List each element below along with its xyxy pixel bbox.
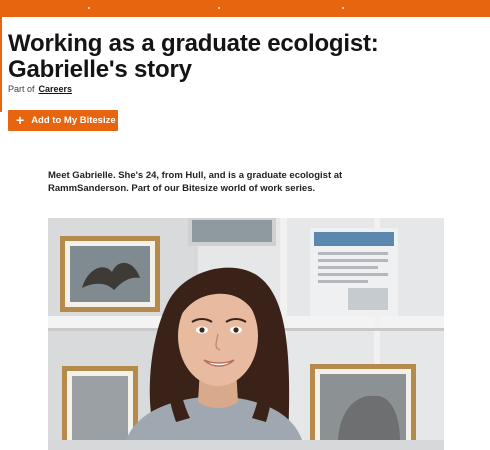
image-caption-strip <box>48 440 444 450</box>
add-button-label: Add to My Bitesize <box>31 115 116 126</box>
header-dot <box>88 7 90 9</box>
accent-rule <box>0 17 2 112</box>
part-of-label: Part of <box>8 84 35 94</box>
page: Working as a graduate ecologist: Gabriel… <box>0 0 490 450</box>
site-header-bar <box>0 0 490 17</box>
header-dot <box>342 7 344 9</box>
page-title: Working as a graduate ecologist: Gabriel… <box>8 30 379 83</box>
header-dot <box>218 7 220 9</box>
gabrielle-portrait-image <box>48 218 444 440</box>
careers-link[interactable]: Careers <box>39 84 73 94</box>
intro-paragraph: Meet Gabrielle. She's 24, from Hull, and… <box>48 170 343 194</box>
plus-icon: + <box>16 112 25 128</box>
add-to-my-bitesize-button[interactable]: + Add to My Bitesize <box>8 110 118 131</box>
breadcrumb: Part of Careers <box>8 84 72 94</box>
